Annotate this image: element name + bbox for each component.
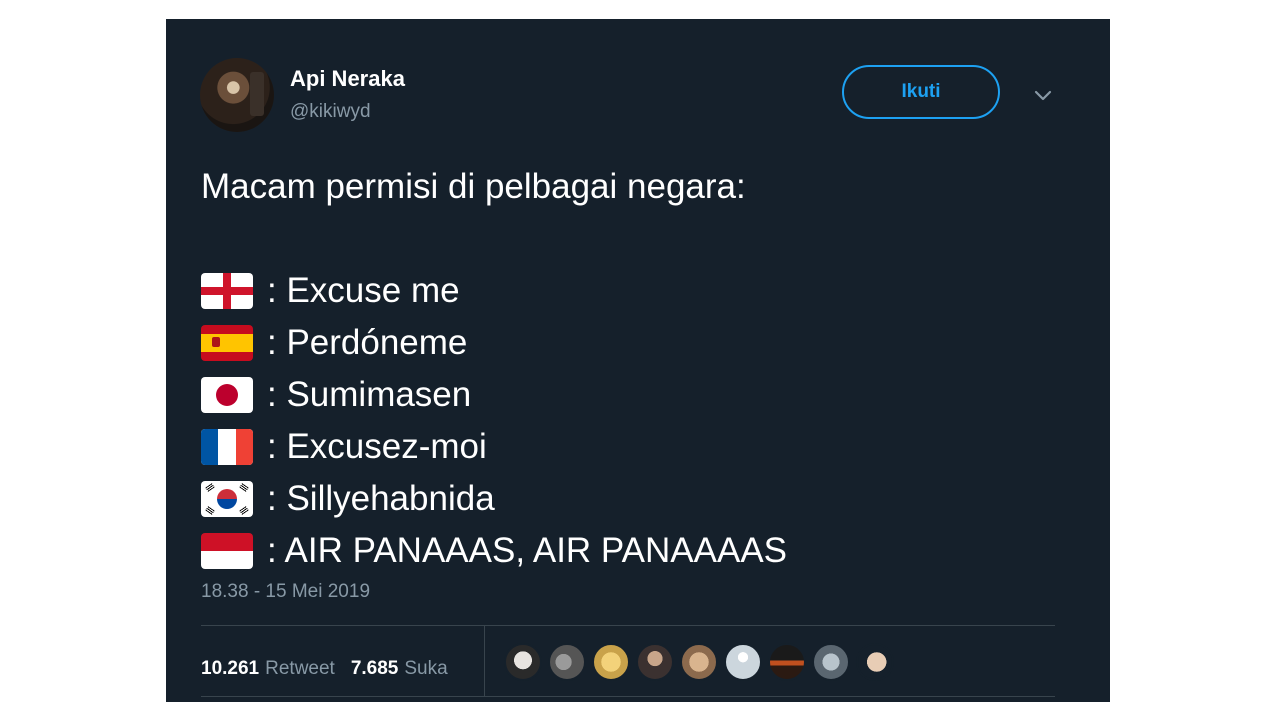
author-handle[interactable]: @kikiwyd <box>290 101 371 123</box>
indonesia-flag-icon <box>201 533 253 569</box>
retweet-count[interactable]: 10.261 <box>201 658 259 680</box>
divider <box>201 696 1055 697</box>
divider <box>201 625 1055 626</box>
tweet-card: Api Neraka @kikiwyd Ikuti Macam permisi … <box>166 19 1110 702</box>
avatar[interactable] <box>592 643 630 681</box>
list-item: : Excuse me <box>201 265 1081 317</box>
list-item-text: : AIR PANAAAS, AIR PANAAAAS <box>267 531 788 570</box>
like-label[interactable]: Suka <box>404 658 447 680</box>
avatar[interactable] <box>768 643 806 681</box>
avatar[interactable] <box>636 643 674 681</box>
avatar[interactable] <box>724 643 762 681</box>
england-flag-icon <box>201 273 253 309</box>
list-item: : AIR PANAAAS, AIR PANAAAAS <box>201 525 1081 577</box>
tweet-stats: 10.261 Retweet 7.685 Suka <box>201 644 464 694</box>
tweet-text: Macam permisi di pelbagai negara: : Excu… <box>201 161 1081 577</box>
france-flag-icon <box>201 429 253 465</box>
list-item: : Sillyehabnida <box>201 473 1081 525</box>
author-name[interactable]: Api Neraka <box>290 66 405 92</box>
author-avatar[interactable] <box>200 58 274 132</box>
liker-avatars <box>504 643 894 681</box>
avatar[interactable] <box>856 643 894 681</box>
retweet-label[interactable]: Retweet <box>265 658 335 680</box>
spain-flag-icon <box>201 325 253 361</box>
tweet-timestamp[interactable]: 18.38 - 15 Mei 2019 <box>201 581 370 603</box>
south-korea-flag-icon <box>201 481 253 517</box>
divider <box>484 626 485 696</box>
japan-flag-icon <box>201 377 253 413</box>
list-item: : Perdóneme <box>201 317 1081 369</box>
list-item-text: : Perdóneme <box>267 323 468 362</box>
avatar[interactable] <box>680 643 718 681</box>
list-item-text: : Sumimasen <box>267 375 472 414</box>
list-item-text: : Sillyehabnida <box>267 479 495 518</box>
list-item: : Sumimasen <box>201 369 1081 421</box>
list-item: : Excusez-moi <box>201 421 1081 473</box>
tweet-intro: Macam permisi di pelbagai negara: <box>201 167 746 206</box>
like-count[interactable]: 7.685 <box>351 658 399 680</box>
list-item-text: : Excusez-moi <box>267 427 487 466</box>
avatar[interactable] <box>548 643 586 681</box>
follow-button[interactable]: Ikuti <box>842 65 1000 119</box>
avatar[interactable] <box>812 643 850 681</box>
list-item-text: : Excuse me <box>267 271 460 310</box>
chevron-down-icon[interactable] <box>1032 85 1054 107</box>
avatar[interactable] <box>504 643 542 681</box>
